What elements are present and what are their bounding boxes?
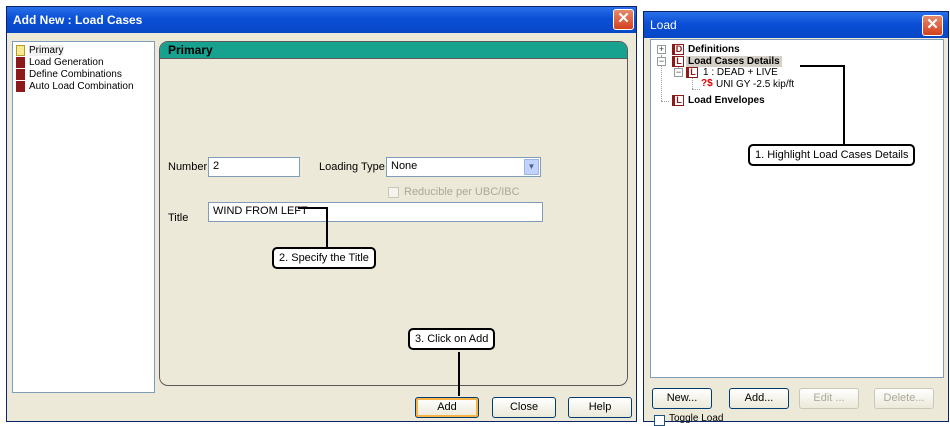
nav-item-primary[interactable]: Primary bbox=[13, 45, 154, 56]
load-icon: L bbox=[672, 95, 684, 106]
tree-connector bbox=[692, 78, 693, 89]
nav-item-label: Define Combinations bbox=[29, 69, 122, 80]
nav-item-label: Auto Load Combination bbox=[29, 81, 134, 92]
callout-1-line bbox=[800, 65, 845, 67]
dialog-close-icon[interactable]: ✕ bbox=[613, 9, 634, 30]
page-icon bbox=[16, 57, 25, 68]
uni-load-icon: ?$ bbox=[701, 78, 713, 89]
delete-button[interactable]: Delete... bbox=[874, 388, 934, 409]
close-button[interactable]: Close bbox=[492, 397, 556, 418]
page-icon bbox=[16, 81, 25, 92]
reducible-checkbox[interactable] bbox=[388, 187, 399, 198]
chevron-down-icon[interactable]: ▼ bbox=[524, 159, 539, 175]
edit-button[interactable]: Edit ... bbox=[799, 388, 859, 409]
callout-3-line bbox=[458, 352, 460, 396]
reducible-label: Reducible per UBC/IBC bbox=[404, 186, 520, 198]
title-label: Title bbox=[168, 212, 189, 224]
loading-type-value: None bbox=[391, 160, 418, 172]
help-button[interactable]: Help bbox=[568, 397, 632, 418]
toggle-load-label: Toggle Load bbox=[669, 413, 724, 424]
collapse-icon[interactable]: − bbox=[674, 68, 683, 77]
add-load-button[interactable]: Add... bbox=[729, 388, 789, 409]
load-icon: L bbox=[672, 56, 684, 67]
load-window-close-icon[interactable]: ✕ bbox=[922, 15, 943, 36]
callout-step-3: 3. Click on Add bbox=[408, 328, 496, 350]
callout-2-line bbox=[298, 207, 328, 209]
number-label: Number bbox=[168, 161, 208, 173]
load-tree: + D Definitions − L Load Cases Details −… bbox=[650, 39, 944, 378]
callout-step-1: 1. Highlight Load Cases Details bbox=[748, 144, 916, 166]
dialog-title: Add New : Load Cases bbox=[13, 13, 143, 27]
tree-item-load-case-1[interactable]: 1 : DEAD + LIVE bbox=[703, 67, 778, 78]
page-icon bbox=[16, 69, 25, 80]
callout-2-line bbox=[326, 207, 328, 247]
tree-item-definitions[interactable]: Definitions bbox=[688, 44, 740, 55]
nav-item-load-generation[interactable]: Load Generation bbox=[13, 57, 154, 68]
primary-panel: Primary Number 2 Loading Type : None ▼ R… bbox=[159, 41, 628, 386]
uni-load-glyph: ?$ bbox=[701, 78, 713, 89]
load-window: Load ✕ + D Definitions − L Load Cases De… bbox=[643, 11, 949, 426]
nav-item-label: Load Generation bbox=[29, 57, 104, 68]
toggle-load-checkbox[interactable] bbox=[654, 415, 665, 426]
expand-icon[interactable]: + bbox=[657, 45, 666, 54]
tree-item-load-envelopes[interactable]: Load Envelopes bbox=[688, 95, 765, 106]
load-window-title: Load bbox=[650, 18, 677, 32]
dialog-nav-tree: Primary Load Generation Define Combinati… bbox=[12, 41, 155, 393]
dialog-title-bar[interactable]: Add New : Load Cases bbox=[7, 7, 636, 33]
loading-type-label: Loading Type : bbox=[319, 161, 391, 173]
nav-item-define-combinations[interactable]: Define Combinations bbox=[13, 69, 154, 80]
loading-type-select[interactable]: None ▼ bbox=[386, 157, 541, 177]
callout-1-line bbox=[843, 65, 845, 145]
panel-title: Primary bbox=[160, 42, 627, 59]
new-button[interactable]: New... bbox=[652, 388, 712, 409]
number-input[interactable]: 2 bbox=[208, 157, 300, 177]
tree-item-load-cases-details[interactable]: Load Cases Details bbox=[686, 56, 782, 67]
tree-connector bbox=[661, 101, 669, 102]
page-icon bbox=[16, 45, 25, 56]
nav-item-label: Primary bbox=[29, 45, 64, 56]
load-icon: L bbox=[686, 67, 698, 78]
title-input[interactable]: WIND FROM LEFT bbox=[208, 202, 543, 222]
tree-item-uni-load[interactable]: UNI GY -2.5 kip/ft bbox=[716, 79, 794, 90]
tree-connector bbox=[692, 89, 700, 90]
definitions-icon: D bbox=[672, 44, 684, 55]
add-new-load-cases-dialog: Add New : Load Cases ✕ Primary Load Gene… bbox=[6, 6, 637, 422]
nav-item-auto-load-combination[interactable]: Auto Load Combination bbox=[13, 81, 154, 92]
load-window-title-bar[interactable]: Load bbox=[644, 12, 948, 38]
add-button[interactable]: Add bbox=[415, 397, 479, 418]
callout-step-2: 2. Specify the Title bbox=[272, 247, 376, 269]
collapse-icon[interactable]: − bbox=[657, 57, 666, 66]
